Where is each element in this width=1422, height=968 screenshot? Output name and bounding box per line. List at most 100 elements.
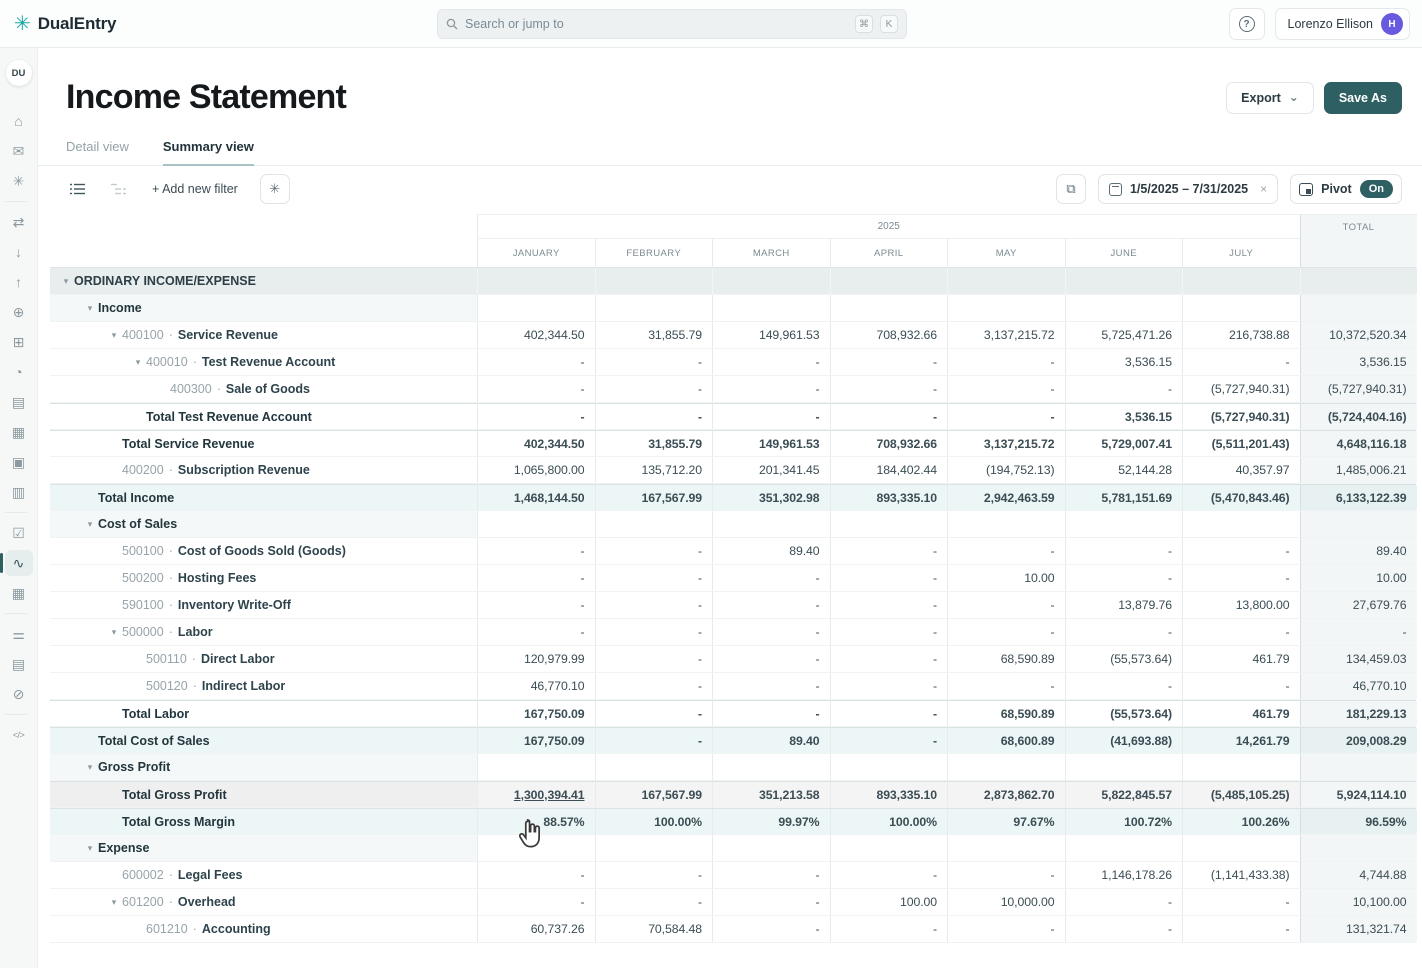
workflows-icon: ⊞ bbox=[13, 334, 25, 351]
value-text: - bbox=[1168, 382, 1172, 396]
sidebar-item-transactions[interactable]: ⇄ bbox=[5, 209, 33, 235]
collapse-caret-icon[interactable]: ▾ bbox=[58, 276, 74, 287]
row-label-cell[interactable]: ▾601200·Overhead bbox=[50, 889, 477, 915]
value-cell: - bbox=[477, 592, 595, 618]
row-label-cell[interactable]: 500110·Direct Labor bbox=[50, 646, 477, 672]
value-cell: - bbox=[1065, 565, 1183, 591]
value-text: 216,738.88 bbox=[1229, 328, 1290, 342]
row-label-cell[interactable]: Total Labor bbox=[50, 701, 477, 726]
sidebar-item-settings-sliders[interactable]: ⚌ bbox=[5, 621, 33, 647]
sidebar-item-archive[interactable]: ▤ bbox=[5, 389, 33, 415]
row-label-cell[interactable]: 600002·Legal Fees bbox=[50, 862, 477, 888]
row-label-cell[interactable]: 400300·Sale of Goods bbox=[50, 376, 477, 402]
collapse-caret-icon[interactable]: ▾ bbox=[106, 330, 122, 341]
row-label-cell[interactable]: Total Service Revenue bbox=[50, 431, 477, 456]
row-label-cell[interactable]: ▾500000·Labor bbox=[50, 619, 477, 645]
value-text: - bbox=[1286, 355, 1290, 369]
sidebar-item-home[interactable]: ⌂ bbox=[5, 108, 33, 134]
account-code: 601210 bbox=[146, 922, 188, 936]
value-cell bbox=[947, 511, 1065, 537]
sidebar-item-workflows[interactable]: ⊞ bbox=[5, 329, 33, 355]
sidebar-item-calendar[interactable]: ▦ bbox=[5, 419, 33, 445]
add-new-filter-button[interactable]: + Add new filter bbox=[152, 182, 238, 196]
value-cell: - bbox=[595, 404, 713, 429]
row-label-cell[interactable]: Total Test Revenue Account bbox=[50, 404, 477, 429]
value-cell: 149,961.53 bbox=[712, 322, 830, 348]
sidebar-item-inbox[interactable]: ✉ bbox=[5, 138, 33, 164]
sidebar-item-clipboard[interactable]: ▣ bbox=[5, 449, 33, 475]
tree-view-icon[interactable] bbox=[111, 183, 126, 195]
sidebar-item-schedule[interactable]: ▦ bbox=[5, 580, 33, 606]
collapse-caret-icon[interactable]: ▾ bbox=[82, 303, 98, 314]
sidebar-item-tasks[interactable]: ☑ bbox=[5, 520, 33, 546]
value-cell bbox=[1065, 295, 1183, 321]
row-label-cell[interactable]: ▾400100·Service Revenue bbox=[50, 322, 477, 348]
table-row: ▾400010·Test Revenue Account-----3,536.1… bbox=[50, 349, 1416, 376]
row-label-cell[interactable]: ▾Gross Profit bbox=[50, 754, 477, 780]
collapse-caret-icon[interactable]: ▾ bbox=[106, 897, 122, 908]
value-text: - bbox=[816, 625, 820, 639]
pivot-toggle[interactable]: On bbox=[1360, 180, 1393, 198]
tab-summary-view[interactable]: Summary view bbox=[163, 139, 254, 166]
value-cell bbox=[712, 295, 830, 321]
value-cell: - bbox=[595, 646, 713, 672]
row-label-cell[interactable]: ▾Cost of Sales bbox=[50, 511, 477, 537]
row-label-cell[interactable]: 500100·Cost of Goods Sold (Goods) bbox=[50, 538, 477, 564]
value-text: 5,729,007.41 bbox=[1101, 437, 1172, 451]
row-label-cell[interactable]: ▾400010·Test Revenue Account bbox=[50, 349, 477, 375]
row-label-cell[interactable]: Total Gross Profit bbox=[50, 782, 477, 807]
collapse-caret-icon[interactable]: ▾ bbox=[82, 762, 98, 773]
sidebar-item-bank[interactable]: ▥ bbox=[5, 479, 33, 505]
row-label-cell[interactable]: 400200·Subscription Revenue bbox=[50, 457, 477, 483]
row-label-cell[interactable]: Total Gross Margin bbox=[50, 809, 477, 834]
collapse-caret-icon[interactable]: ▾ bbox=[130, 357, 146, 368]
row-label-cell[interactable]: 500120·Indirect Labor bbox=[50, 673, 477, 699]
row-label-cell[interactable]: Total Cost of Sales bbox=[50, 728, 477, 753]
value-cell bbox=[712, 511, 830, 537]
sidebar-item-disabled-items[interactable]: ⊘ bbox=[5, 681, 33, 707]
row-label-cell[interactable]: ▾Expense bbox=[50, 835, 477, 861]
sidebar-item-time[interactable]: ◔ bbox=[5, 359, 33, 385]
total-value-cell: 209,008.29 bbox=[1300, 728, 1417, 753]
sidebar-item-reports[interactable]: ∿ bbox=[5, 550, 33, 576]
sidebar-item-ledgers[interactable]: ▤ bbox=[5, 651, 33, 677]
row-label-cell[interactable]: ▾Income bbox=[50, 295, 477, 321]
clear-date-icon[interactable]: × bbox=[1260, 182, 1267, 196]
collapse-caret-icon[interactable]: ▾ bbox=[82, 519, 98, 530]
value-cell: - bbox=[947, 349, 1065, 375]
value-cell: - bbox=[1182, 538, 1300, 564]
sidebar-item-add-new[interactable]: ⊕ bbox=[5, 299, 33, 325]
copy-report-button[interactable]: ⧉ bbox=[1056, 174, 1086, 204]
row-label-cell[interactable]: 601210·Accounting bbox=[50, 916, 477, 942]
tab-detail-view[interactable]: Detail view bbox=[66, 139, 129, 165]
value-text: 402,344.50 bbox=[524, 437, 585, 451]
export-button[interactable]: Export ⌄ bbox=[1226, 82, 1314, 114]
workspace-badge[interactable]: DU bbox=[6, 60, 32, 86]
value-text: - bbox=[1051, 598, 1055, 612]
value-text: - bbox=[933, 571, 937, 585]
ai-sparkle-button[interactable]: ✳ bbox=[260, 174, 290, 204]
list-view-icon[interactable] bbox=[70, 183, 85, 195]
date-range-picker[interactable]: 1/5/2025 – 7/31/2025 × bbox=[1098, 174, 1278, 204]
user-menu[interactable]: Lorenzo Ellison H bbox=[1275, 8, 1410, 40]
row-label-cell[interactable]: 500200·Hosting Fees bbox=[50, 565, 477, 591]
value-text: - bbox=[581, 598, 585, 612]
row-label-cell[interactable]: Total Income bbox=[50, 485, 477, 510]
collapse-caret-icon[interactable]: ▾ bbox=[82, 843, 98, 854]
sidebar-item-export[interactable]: ↑ bbox=[5, 269, 33, 295]
help-button[interactable]: ? bbox=[1229, 8, 1265, 40]
collapse-caret-icon[interactable]: ▾ bbox=[106, 627, 122, 638]
disabled-items-icon: ⊘ bbox=[13, 686, 25, 703]
sidebar-item-ai-assist[interactable]: ✳ bbox=[5, 168, 33, 194]
sidebar-item-import[interactable]: ↓ bbox=[5, 239, 33, 265]
value-text: 96.59% bbox=[1365, 815, 1406, 829]
brand[interactable]: ✳ DualEntry bbox=[14, 11, 116, 36]
sidebar-item-developer[interactable]: </> bbox=[5, 722, 33, 748]
row-label-cell[interactable]: 590100·Inventory Write-Off bbox=[50, 592, 477, 618]
value-cell: (1,141,433.38) bbox=[1182, 862, 1300, 888]
clipboard-icon: ▣ bbox=[12, 454, 25, 471]
search-input[interactable]: Search or jump to ⌘ K bbox=[437, 9, 907, 39]
save-as-button[interactable]: Save As bbox=[1324, 82, 1402, 114]
row-label-cell[interactable]: ▾ORDINARY INCOME/EXPENSE bbox=[50, 268, 477, 294]
drilldown-value-link[interactable]: 1,300,394.41 bbox=[514, 788, 585, 802]
